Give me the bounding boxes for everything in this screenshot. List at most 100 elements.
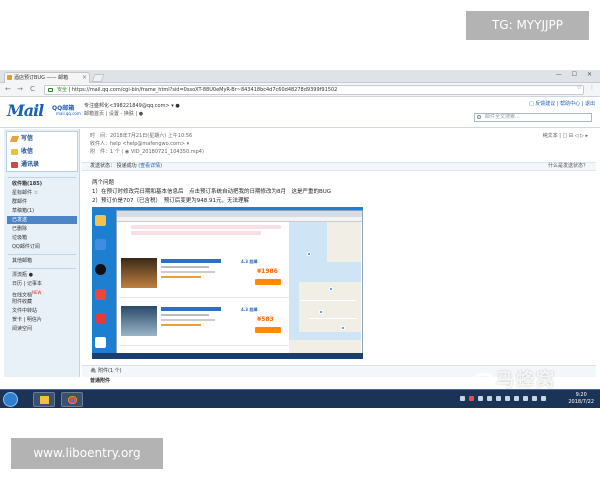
sidebar-item-cards[interactable]: 贺卡 | 明信片: [12, 316, 42, 324]
send-status-bar: 发送状态： 投递成功 (查看详情) 什么是发送状态？: [82, 162, 596, 171]
user-address[interactable]: 专注盛邦化<398221849@qq.com> ▾ ●: [84, 102, 180, 109]
desktop-icon: [95, 215, 106, 226]
back-icon[interactable]: ←: [5, 85, 11, 94]
browser-tab[interactable]: 酒店预订BUG —— 邮箱 ×: [4, 72, 90, 83]
mail-time: 时 间：2018年7月21日(星期六) 上午10:56: [90, 133, 193, 139]
map-pin-icon[interactable]: [341, 326, 345, 330]
attachment-header[interactable]: 附件(1 个): [98, 368, 122, 374]
address-bar[interactable]: 安全 | https://mail.qq.com/cgi-bin/frame_h…: [44, 85, 584, 95]
mail-search-input[interactable]: 邮件全文搜索...: [474, 113, 592, 122]
desktop-icon: [95, 313, 106, 324]
clock-date: 2018/7/22: [568, 399, 594, 405]
lock-icon: [48, 88, 53, 92]
forward-icon[interactable]: →: [17, 85, 23, 94]
system-tray[interactable]: [460, 396, 570, 403]
qqmail-logo[interactable]: Mail: [7, 101, 44, 120]
telegram-watermark-label: TG: MYYJJPP: [466, 11, 589, 40]
write-button[interactable]: 写信: [9, 133, 33, 145]
map-panel[interactable]: [289, 222, 361, 359]
favicon-icon: [7, 75, 12, 80]
start-button[interactable]: [3, 392, 18, 407]
mafengwo-logo-icon: [476, 373, 492, 389]
sidebar-item-bottle[interactable]: 漂流瓶 ●: [12, 271, 33, 279]
desktop-icon: [95, 289, 106, 300]
envelope-icon: [11, 148, 18, 155]
sidebar-item-file-transfer[interactable]: 文件中转站: [12, 307, 37, 315]
user-links[interactable]: 邮箱首页 | 设置 - 换肤 | ●: [84, 110, 143, 117]
hotel-score: 4.3 超棒: [241, 259, 258, 264]
browser-menu-icon[interactable]: ⋮: [589, 84, 595, 91]
logo-domain: mail.qq.com: [56, 111, 81, 116]
bookmark-star-icon[interactable]: ☆: [577, 84, 582, 91]
sidebar-item-other-mailboxes[interactable]: 其他邮箱: [12, 257, 32, 265]
paperclip-icon: 🖇: [90, 368, 98, 374]
pen-icon: [9, 135, 20, 142]
taskbar-clock[interactable]: 9:20 2018/7/22: [568, 392, 594, 406]
new-badge: NEW: [32, 290, 42, 295]
taskbar-chrome[interactable]: [61, 392, 83, 407]
sidebar-item-attachments[interactable]: 附件收藏: [12, 298, 32, 306]
secure-label: 安全: [57, 87, 68, 93]
status-detail-link[interactable]: (查看详情): [138, 163, 162, 169]
hotel-list: 4.3 超棒 ¥1986 4.3 超棒 ¥583: [119, 224, 289, 358]
sidebar-item-subscriptions[interactable]: QQ邮件订阅: [12, 243, 40, 251]
sidebar-item-drafts[interactable]: 草稿箱(1): [12, 207, 34, 215]
site-watermark-label: www.liboentry.org: [11, 438, 163, 469]
embedded-screenshot[interactable]: 4.3 超棒 ¥1986 4.3 超棒 ¥583: [92, 207, 363, 359]
mail-header: Mail QQ邮箱 mail.qq.com 专注盛邦化<398221849@qq…: [0, 97, 600, 128]
sidebar-item-sent[interactable]: 已发送: [7, 216, 77, 224]
top-links[interactable]: □ 反馈建议 | 帮助中心 | 退出: [529, 100, 595, 107]
mail-attachment-meta[interactable]: 附 件：1 个 ( ◉ VID_20180721_104350.mp4): [90, 148, 204, 155]
what-is-status-link[interactable]: 什么是发送状态？: [548, 163, 588, 170]
hotel-score: 4.3 超棒: [241, 307, 258, 312]
folder-icon: [40, 396, 49, 404]
sidebar-item-inbox[interactable]: 收件箱(185): [12, 180, 42, 188]
sidebar-item-calendar[interactable]: 日历 | 记事本: [12, 280, 42, 288]
mail-sidebar: 写信 收信 通讯录 收件箱(185) 星标邮件 ☆ 群邮件 草稿箱(1) 已发送…: [4, 129, 80, 377]
reload-icon[interactable]: C: [30, 85, 35, 94]
windows-taskbar: 9:20 2018/7/22: [0, 389, 600, 408]
browser-toolbar: ← → C 安全 | https://mail.qq.com/cgi-bin/f…: [0, 83, 600, 97]
body-line-2: 1）在预订时修改完日期和基本信息后 点击预订系统自动把我的日期修改为8月 这是严…: [92, 189, 332, 195]
hotel-price: ¥1986: [257, 268, 278, 275]
sidebar-item-reading[interactable]: 阅读空间: [12, 325, 32, 333]
book-button[interactable]: [255, 279, 281, 285]
map-pin-icon[interactable]: [329, 287, 333, 291]
inbox-button[interactable]: 收信: [11, 146, 33, 158]
screenshot-frame: 酒店预订BUG —— 邮箱 × — ☐ ✕ ← → C 安全 | https:/…: [0, 70, 600, 408]
send-status: 投递成功: [116, 163, 137, 169]
tab-title: 酒店预订BUG —— 邮箱: [14, 75, 69, 81]
embedded-browser-window: 4.3 超棒 ¥1986 4.3 超棒 ¥583: [116, 210, 363, 359]
body-line-1: 两个问题: [92, 180, 115, 186]
hotel-price: ¥583: [257, 316, 274, 323]
window-controls[interactable]: — ☐ ✕: [556, 71, 596, 78]
map-pin-icon[interactable]: [319, 310, 323, 314]
desktop-icon: [95, 337, 106, 348]
desktop-icon: [95, 239, 106, 250]
mail-actions[interactable]: 纯文本 | □ ⊟ ◁ ▷ ▸: [543, 132, 588, 139]
taskbar-explorer[interactable]: [33, 392, 55, 407]
contacts-button[interactable]: 通讯录: [11, 159, 39, 171]
sidebar-item-deleted[interactable]: 已删除: [12, 225, 27, 233]
ordinary-attachment-label: 普通附件: [90, 378, 111, 384]
body-line-3: 2）预订价是707（已含税） 预订后变更为948.91元，无法理解: [92, 198, 249, 204]
sidebar-item-group[interactable]: 群邮件: [12, 198, 27, 206]
clock-time: 9:20: [575, 392, 587, 398]
hotel-card: 4.3 超棒 ¥583: [119, 302, 289, 346]
mail-recipient[interactable]: 收件人：help <help@mafengwo.com> ▾: [90, 140, 189, 147]
book-button[interactable]: [255, 327, 281, 333]
mail-read-pane: 时 间：2018年7月21日(星期六) 上午10:56 收件人：help <he…: [82, 129, 596, 384]
new-tab-button[interactable]: [91, 74, 105, 82]
penguin-icon: [95, 264, 106, 275]
url-text: https://mail.qq.com/cgi-bin/frame_html?s…: [71, 87, 338, 93]
search-icon: [477, 115, 481, 119]
contacts-icon: [11, 161, 18, 168]
search-placeholder: 邮件全文搜索...: [485, 114, 520, 120]
map-pin-icon[interactable]: [307, 252, 311, 256]
chrome-icon: [68, 396, 77, 404]
hotel-card: 4.3 超棒 ¥1986: [119, 254, 289, 298]
sidebar-item-spam[interactable]: 垃圾箱: [12, 234, 27, 242]
sidebar-action-group: 写信 收信 通讯录: [6, 131, 78, 172]
tab-close-icon[interactable]: ×: [82, 73, 87, 83]
sidebar-item-starred[interactable]: 星标邮件 ☆: [12, 189, 38, 197]
